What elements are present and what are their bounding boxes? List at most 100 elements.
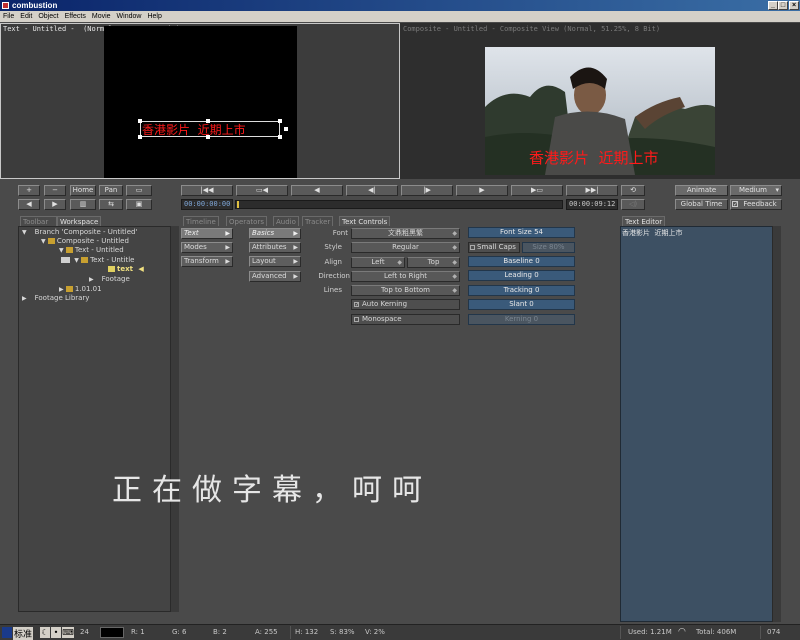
minimize-button[interactable]: _ [768,1,778,10]
category-modes[interactable]: Modes ▶ [181,242,233,253]
composite-viewer[interactable]: Composite - Untitled - Composite View (N… [400,23,800,179]
monospace-checkbox[interactable]: Monospace [351,314,460,325]
tree-expand-icon[interactable]: ▶ [89,276,94,283]
go-to-start-icon[interactable]: |◀◀ [181,185,233,196]
play-reverse-icon[interactable]: ◀ [291,185,343,196]
category-text[interactable]: Text ▶ [181,228,233,239]
tree-expand-icon[interactable]: ▼ [59,247,64,254]
checkbox-icon[interactable] [470,245,475,250]
subcat-layout[interactable]: Layout ▶ [249,256,301,267]
controls-scrollbar[interactable] [170,226,179,612]
tree-item[interactable]: ▶ Footage Library [22,294,89,303]
end-time-field[interactable]: 00:00:09:12 [566,199,618,210]
menu-help[interactable]: Help [144,11,164,22]
selection-handle[interactable] [284,127,288,131]
playhead[interactable] [237,201,239,208]
tracking-slider[interactable]: Tracking 0 [468,285,575,296]
checkbox-icon[interactable]: ✓ [732,201,738,208]
step-back-icon[interactable]: ◀| [346,185,398,196]
tree-item[interactable]: ▶ 1.01.01 [59,285,102,294]
viewer-grab-icon[interactable]: ▭ [126,185,152,196]
animate-button[interactable]: Animate [675,185,728,196]
subcat-basics[interactable]: Basics ▶ [249,228,301,239]
category-transform[interactable]: Transform ▶ [181,256,233,267]
slant-slider[interactable]: Slant 0 [468,299,575,310]
tree-item[interactable]: ▼ Composite - Untitled [41,237,129,246]
menu-file[interactable]: File [0,11,17,22]
selection-handle[interactable] [278,135,282,139]
tree-expand-icon[interactable]: ▶ [59,286,64,293]
text-editor-area[interactable]: 香港影片 近期上市 [620,226,780,622]
direction-dropdown[interactable]: Left to Right ◆ [351,271,460,282]
feedback-toggle[interactable]: ✓ Feedback [730,199,782,210]
snapshot-icon[interactable]: ▣ [126,199,152,210]
step-forward-icon[interactable]: |▶ [401,185,453,196]
tab-timeline[interactable]: Timeline [183,216,219,226]
tree-item[interactable]: ▼ Text - Untitled [59,246,124,255]
selection-handle[interactable] [278,119,282,123]
style-dropdown[interactable]: Regular ◆ [351,242,460,253]
tab-operators[interactable]: Operators [226,216,267,226]
font-size-slider[interactable]: Font Size 54 [468,227,575,238]
tab-workspace[interactable]: Workspace [57,216,101,226]
tree-expand-icon[interactable]: ▼ [22,229,27,236]
tree-expand-icon[interactable]: ▼ [41,238,46,245]
lines-dropdown[interactable]: Top to Bottom ◆ [351,285,460,296]
tab-audio[interactable]: Audio [273,216,299,226]
kerning-slider[interactable]: Kerning 0 [468,314,575,325]
current-time-field[interactable]: 00:00:00:00 [181,199,233,210]
leading-slider[interactable]: Leading 0 [468,270,575,281]
tab-text-editor[interactable]: Text Editor [622,216,666,226]
auto-kerning-checkbox[interactable]: ✓ Auto Kerning [351,299,460,310]
loop-icon[interactable]: ⟲ [621,185,645,196]
ime-mode[interactable]: 标准 [13,627,34,640]
tab-text-controls[interactable]: Text Controls [339,216,391,226]
link-icon[interactable]: ⇆ [99,199,123,210]
next-keyframe-icon[interactable]: ▶▭ [511,185,563,196]
align-vertical-dropdown[interactable]: Top ◆ [407,257,460,268]
tree-expand-icon[interactable]: ▶ [22,295,27,302]
zoom-in-button[interactable]: + [18,185,40,196]
go-to-end-icon[interactable]: ▶▶| [566,185,618,196]
tree-expand-icon[interactable]: ▼ [74,257,79,264]
timeline-scrubber[interactable] [235,200,563,209]
tab-tracker[interactable]: Tracker [302,216,334,226]
small-caps-checkbox[interactable]: Small Caps [468,242,520,253]
checkbox-icon[interactable]: ✓ [354,302,359,308]
maximize-button[interactable]: □ [778,1,788,10]
tree-item[interactable]: ▼ Branch 'Composite - Untitled' [22,228,137,237]
menu-movie[interactable]: Movie [89,11,114,22]
home-button[interactable]: Home [70,185,96,196]
play-icon[interactable]: ▶ [456,185,508,196]
punctuation-icon[interactable]: • [51,627,61,638]
tab-toolbar[interactable]: Toolbar [20,216,57,226]
menu-edit[interactable]: Edit [17,11,35,22]
prev-view-icon[interactable]: ◀ [18,199,40,210]
tree-item[interactable]: ▶ Footage [89,275,130,284]
quality-dropdown[interactable]: Medium ▾ [730,185,782,196]
text-canvas[interactable]: 香港影片 近期上市 [104,26,297,178]
ime-icon[interactable] [2,627,12,638]
tree-item-selected[interactable]: text ◀ [108,265,144,274]
checkbox-icon[interactable] [354,317,359,322]
menu-object[interactable]: Object [35,11,61,22]
menu-effects[interactable]: Effects [62,11,89,22]
font-dropdown[interactable]: 文鼎粗黑繁 ◆ [351,228,460,239]
zoom-out-button[interactable]: − [44,185,66,196]
subcat-attributes[interactable]: Attributes ▶ [249,242,301,253]
audio-icon[interactable]: ◁) [621,199,645,210]
editor-scrollbar[interactable] [772,226,781,622]
menu-window[interactable]: Window [114,11,145,22]
prev-keyframe-icon[interactable]: ▭◀ [236,185,288,196]
layout-icon[interactable]: ▥ [70,199,96,210]
next-view-icon[interactable]: ▶ [44,199,66,210]
text-editor-content[interactable]: 香港影片 近期上市 [622,228,682,238]
align-horizontal-dropdown[interactable]: Left ◆ [351,257,405,268]
pan-button[interactable]: Pan [99,185,123,196]
caps-size-slider[interactable]: Size 80% [522,242,575,253]
moon-icon[interactable]: ☾ [40,627,50,638]
composite-frame[interactable]: 香港影片 近期上市 [485,47,715,175]
tree-item[interactable]: ▼ Text - Untitle [61,256,134,265]
close-button[interactable]: × [789,1,799,10]
subcat-advanced[interactable]: Advanced ▶ [249,271,301,282]
